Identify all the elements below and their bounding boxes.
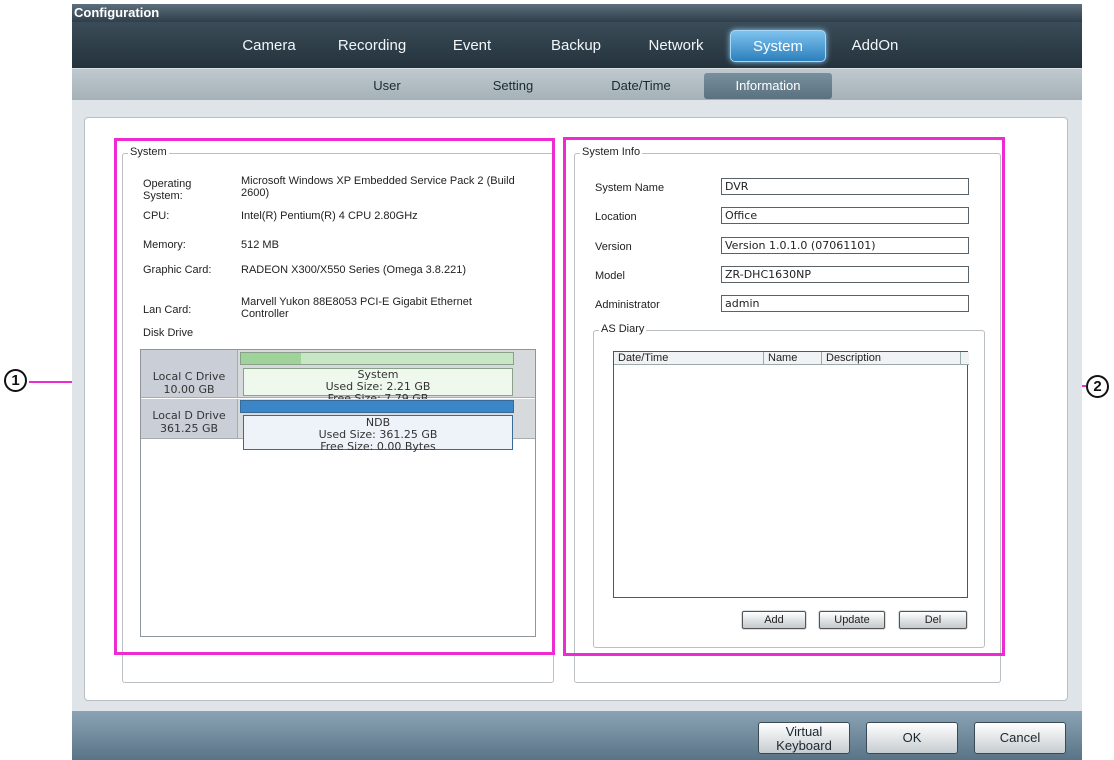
tab-network[interactable]: Network <box>636 30 716 62</box>
subtab-date-time[interactable]: Date/Time <box>596 73 686 99</box>
tab-system[interactable]: System <box>730 30 826 62</box>
virtual-keyboard-label-line1: Virtual <box>785 724 823 739</box>
system-info-panel-highlight <box>563 137 1005 656</box>
bottom-bar: Virtual Keyboard OK Cancel <box>72 711 1082 760</box>
window-title: Configuration <box>72 4 1082 22</box>
subtab-setting[interactable]: Setting <box>478 73 548 99</box>
subtab-user[interactable]: User <box>352 73 422 99</box>
tab-event[interactable]: Event <box>442 30 502 62</box>
main-tab-bar: Camera Recording Event Backup Network Sy… <box>72 22 1082 68</box>
tab-recording[interactable]: Recording <box>326 30 418 62</box>
tab-backup[interactable]: Backup <box>538 30 614 62</box>
callout-2: 2 <box>1086 375 1109 398</box>
tab-addon[interactable]: AddOn <box>840 30 910 62</box>
system-panel-highlight <box>114 138 555 655</box>
subtab-information[interactable]: Information <box>704 73 832 99</box>
ok-button[interactable]: OK <box>866 722 958 754</box>
tab-camera[interactable]: Camera <box>234 30 304 62</box>
virtual-keyboard-label-line2: Keyboard <box>776 738 832 753</box>
callout-1: 1 <box>4 369 27 392</box>
virtual-keyboard-button[interactable]: Virtual Keyboard <box>758 722 850 754</box>
cancel-button[interactable]: Cancel <box>974 722 1066 754</box>
sub-tab-bar: User Setting Date/Time Information <box>72 68 1082 100</box>
